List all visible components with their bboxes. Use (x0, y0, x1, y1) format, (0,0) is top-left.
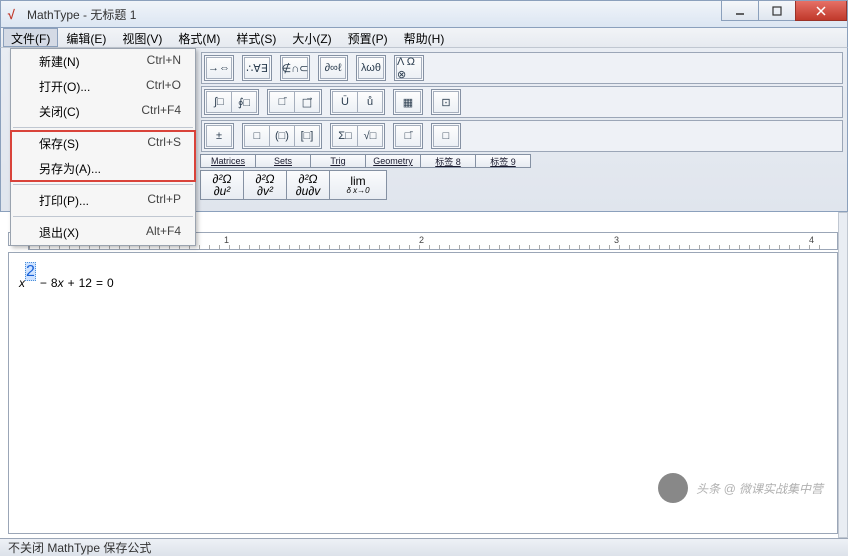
template-btn[interactable]: (□) (269, 125, 295, 147)
tab-sets[interactable]: Sets (255, 154, 311, 168)
avatar-icon (658, 473, 688, 503)
menu-print[interactable]: 打印(P)...Ctrl+P (11, 188, 195, 213)
menu-save-as[interactable]: 另存为(A)... (11, 156, 195, 181)
menu-size[interactable]: 大小(Z) (284, 28, 339, 47)
window-titlebar: √ MathType - 无标题 1 (0, 0, 848, 28)
template-btn[interactable]: ů (357, 91, 383, 113)
status-bar: 不关闭 MathType 保存公式 (0, 538, 848, 556)
derivative-row: ∂²Ω∂u² ∂²Ω∂v² ∂²Ω∂u∂v limδ x→0 (201, 170, 843, 200)
status-text: 不关闭 MathType 保存公式 (8, 539, 151, 556)
window-controls (722, 1, 847, 21)
template-btn[interactable]: □ (244, 125, 270, 147)
menu-new[interactable]: 新建(N)Ctrl+N (11, 49, 195, 74)
menu-style[interactable]: 样式(S) (228, 28, 284, 47)
tab-9[interactable]: 标签 9 (475, 154, 531, 168)
menu-preset[interactable]: 预置(P) (340, 28, 396, 47)
ruler-mark: 4 (809, 235, 814, 245)
deriv-vv-button[interactable]: ∂²Ω∂v² (243, 170, 287, 200)
close-button[interactable] (795, 1, 847, 21)
watermark: 头条 @ 微课实战集中营 (658, 473, 823, 503)
watermark-text: 头条 @ 微课实战集中营 (696, 480, 823, 497)
symbol-btn[interactable]: Λ Ω ⊗ (396, 57, 422, 79)
template-btn[interactable]: □⃗ (294, 91, 320, 113)
menu-file[interactable]: 文件(F) (3, 28, 58, 47)
equation[interactable]: x2−8x+12=0 (19, 261, 114, 295)
tab-matrices[interactable]: Matrices (200, 154, 256, 168)
menu-separator (13, 184, 193, 185)
ruler-mark: 2 (419, 235, 424, 245)
exponent-selected[interactable]: 2 (25, 262, 36, 281)
menu-format[interactable]: 格式(M) (170, 28, 228, 47)
equation-canvas[interactable]: x2−8x+12=0 头条 @ 微课实战集中营 (8, 252, 838, 534)
menu-separator (13, 216, 193, 217)
menubar: 文件(F) 编辑(E) 视图(V) 格式(M) 样式(S) 大小(Z) 预置(P… (0, 28, 848, 48)
toolbar-tabs: Matrices Sets Trig Geometry 标签 8 标签 9 (201, 154, 843, 168)
symbol-row-2: ∫□ ∮□ □̄ □⃗ Ū ů ▦ ⊡ (201, 86, 843, 118)
template-btn[interactable]: ± (206, 125, 232, 147)
menu-close-doc[interactable]: 关闭(C)Ctrl+F4 (11, 99, 195, 124)
deriv-uv-button[interactable]: ∂²Ω∂u∂v (286, 170, 330, 200)
deriv-uu-button[interactable]: ∂²Ω∂u² (200, 170, 244, 200)
window-title: MathType - 无标题 1 (27, 6, 136, 23)
limit-button[interactable]: limδ x→0 (329, 170, 387, 200)
template-btn[interactable]: Σ□ (332, 125, 358, 147)
ruler-mark: 1 (224, 235, 229, 245)
template-btn[interactable]: ▦ (395, 91, 421, 113)
template-btn[interactable]: ∫□ (206, 91, 232, 113)
menu-open[interactable]: 打开(O)...Ctrl+O (11, 74, 195, 99)
symbol-btn[interactable]: →⇔ (206, 57, 232, 79)
template-btn[interactable]: □̄ (395, 125, 421, 147)
vertical-scrollbar[interactable] (838, 212, 848, 538)
tab-trig[interactable]: Trig (310, 154, 366, 168)
minimize-button[interactable] (721, 1, 759, 21)
maximize-button[interactable] (758, 1, 796, 21)
template-btn[interactable]: □ (433, 125, 459, 147)
menu-view[interactable]: 视图(V) (114, 28, 170, 47)
symbol-row-1: →⇔ ∴∀∃ ∉∩⊂ ∂∞ℓ λωθ Λ Ω ⊗ (201, 52, 843, 84)
symbol-btn[interactable]: λωθ (358, 57, 384, 79)
app-logo-icon: √ (7, 7, 21, 21)
template-btn[interactable]: □̄ (269, 91, 295, 113)
menu-save[interactable]: 保存(S)Ctrl+S (11, 131, 195, 156)
file-menu-dropdown: 新建(N)Ctrl+N 打开(O)...Ctrl+O 关闭(C)Ctrl+F4 … (10, 48, 196, 246)
symbol-btn[interactable]: ∂∞ℓ (320, 57, 346, 79)
template-btn[interactable]: Ū (332, 91, 358, 113)
menu-help[interactable]: 帮助(H) (396, 28, 453, 47)
menu-exit[interactable]: 退出(X)Alt+F4 (11, 220, 195, 245)
template-btn[interactable]: [□] (294, 125, 320, 147)
template-btn[interactable]: ∮□ (231, 91, 257, 113)
symbol-btn[interactable]: ∉∩⊂ (282, 57, 308, 79)
tab-8[interactable]: 标签 8 (420, 154, 476, 168)
template-btn[interactable]: ⊡ (433, 91, 459, 113)
symbol-row-3: ± □ (□) [□] Σ□ √□ □̄ □ (201, 120, 843, 152)
ruler-mark: 3 (614, 235, 619, 245)
symbol-btn[interactable]: ∴∀∃ (244, 57, 270, 79)
tab-geometry[interactable]: Geometry (365, 154, 421, 168)
template-btn[interactable]: √□ (357, 125, 383, 147)
menu-separator (13, 127, 193, 128)
menu-edit[interactable]: 编辑(E) (58, 28, 114, 47)
